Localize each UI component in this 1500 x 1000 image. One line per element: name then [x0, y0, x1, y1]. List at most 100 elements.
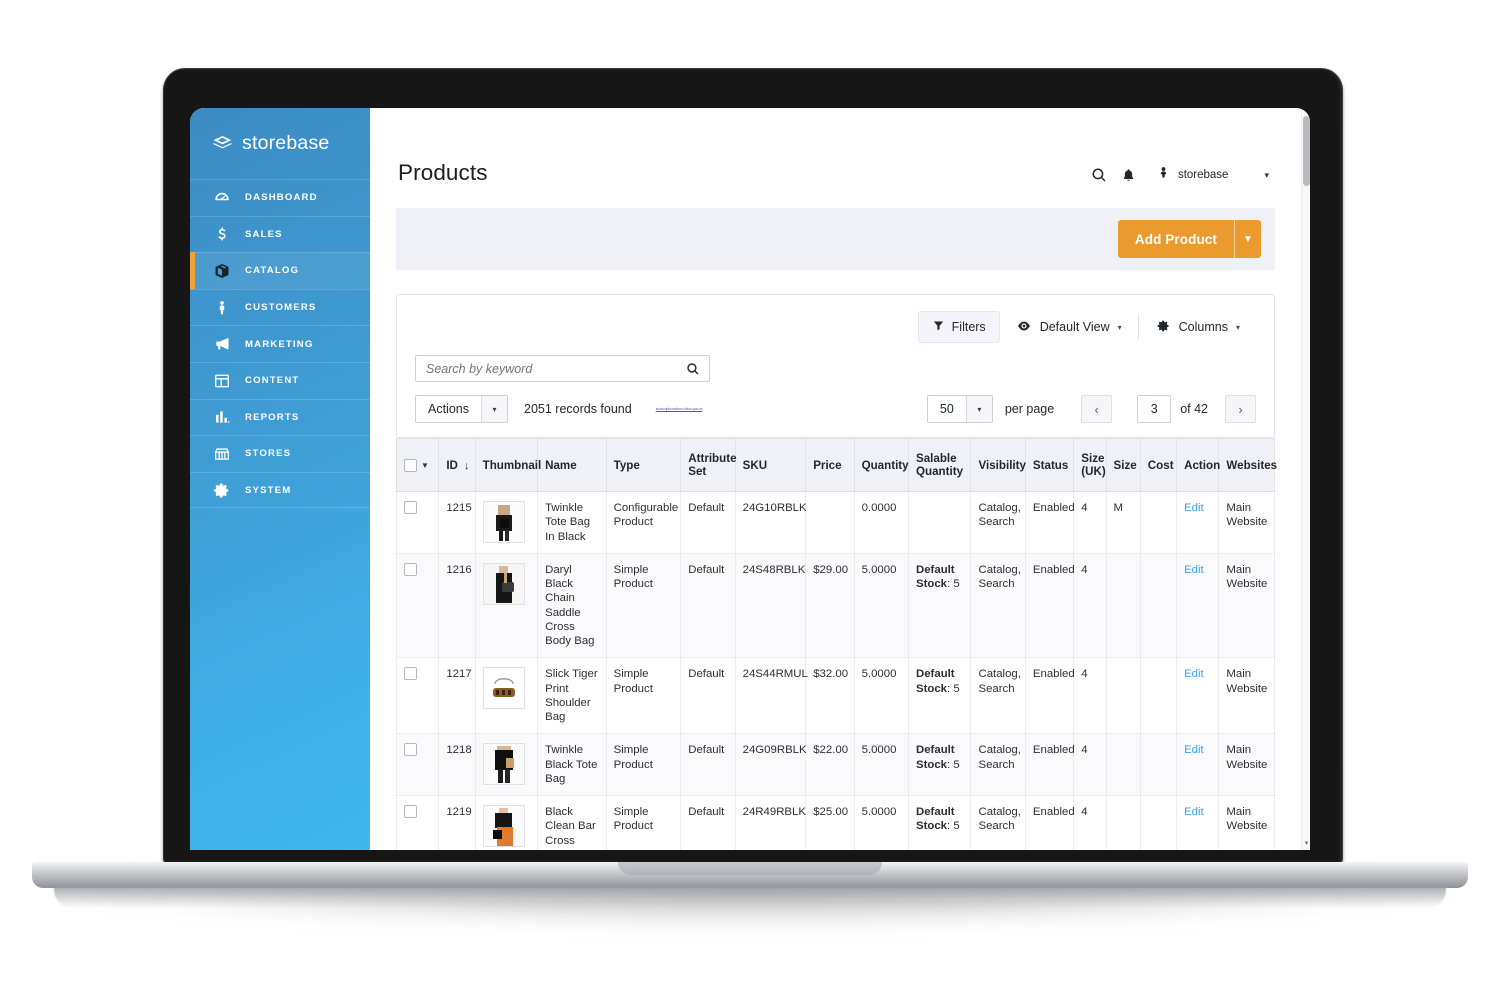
grid-toolbar-top-row: Filters Default View ▾ Columns ▾ [415, 311, 1256, 343]
cell-action[interactable]: Edit [1176, 733, 1220, 796]
edit-link[interactable]: Edit [1184, 744, 1204, 756]
cell-price: $32.00 [805, 657, 855, 735]
cell-thumbnail[interactable] [474, 657, 539, 735]
cell-type: Configurable Product [605, 491, 682, 554]
cell-action[interactable]: Edit [1176, 491, 1220, 554]
filters-button[interactable]: Filters [917, 311, 1000, 343]
th-action[interactable]: Action [1176, 438, 1220, 492]
default-view-label: Default View [1039, 320, 1110, 334]
page-actions-banner: Add Product ▼ [396, 208, 1275, 270]
funnel-icon [932, 319, 945, 335]
cell-quantity: 5.0000 [853, 795, 910, 850]
th-name[interactable]: Name [537, 438, 607, 492]
sidebar-item-system[interactable]: SYSTEM [190, 471, 370, 509]
sidebar-item-customers[interactable]: CUSTOMERS [190, 288, 370, 326]
product-thumbnail[interactable] [482, 501, 525, 543]
edit-link[interactable]: Edit [1184, 668, 1204, 680]
th-websites[interactable]: Websites [1218, 438, 1277, 492]
cell-thumbnail[interactable] [474, 553, 539, 659]
table-row[interactable]: 1218 Twinkle Black Tote Bag Simple Product… [395, 733, 1275, 796]
scroll-down-arrow-icon[interactable]: ▾ [1302, 839, 1310, 847]
brand[interactable]: storebase [190, 108, 370, 179]
cell-action[interactable]: Edit [1176, 553, 1220, 659]
th-id[interactable]: ID ↓ [438, 438, 476, 492]
table-row[interactable]: 1219 Black Clean Bar Cross Body BagSimple… [395, 795, 1275, 850]
cell-thumbnail[interactable] [474, 795, 539, 850]
th-size[interactable]: Size [1105, 438, 1141, 492]
search-input[interactable] [426, 361, 685, 376]
row-select-cell[interactable] [395, 733, 440, 796]
sidebar-item-marketing[interactable]: MARKETING [190, 325, 370, 362]
row-checkbox[interactable] [404, 562, 417, 576]
th-cost[interactable]: Cost [1139, 438, 1178, 492]
cell-thumbnail[interactable] [474, 733, 539, 796]
prev-page-button[interactable]: ‹ [1081, 395, 1113, 423]
edit-link[interactable]: Edit [1184, 564, 1204, 576]
add-product-button[interactable]: Add Product [1117, 220, 1234, 258]
cell-thumbnail[interactable] [474, 491, 539, 554]
th-quantity[interactable]: Quantity [853, 438, 910, 492]
gauge-icon [212, 188, 231, 207]
sidebar-item-sales[interactable]: SALES [190, 215, 370, 253]
default-view-selector[interactable]: Default View ▾ [1000, 318, 1138, 337]
th-price[interactable]: Price [805, 438, 855, 492]
grid-left-controls: Actions ▾ 2051 records found subscriptio… [415, 395, 702, 423]
edit-link[interactable]: Edit [1184, 502, 1204, 514]
cell-action[interactable]: Edit [1176, 657, 1220, 735]
page-number-input[interactable]: 3 [1137, 395, 1172, 423]
add-product-caret-button[interactable]: ▼ [1234, 220, 1261, 258]
cell-sku: 24S48RBLK [734, 553, 807, 659]
sidebar-item-dashboard[interactable]: DASHBOARD [190, 179, 370, 216]
row-select-cell[interactable] [395, 657, 440, 735]
user-menu[interactable]: storebase [1156, 165, 1228, 185]
sidebar-item-catalog[interactable]: CATALOG [190, 252, 370, 289]
table-row[interactable]: 1215 Twinkle Tote Bag In Black Configurabl… [395, 491, 1275, 554]
th-thumbnail[interactable]: Thumbnail [474, 438, 541, 492]
vertical-scrollbar[interactable]: ▾ [1301, 108, 1310, 850]
records-footnote-link[interactable]: subscriptionsdiem.olduk.gov.us [656, 407, 703, 411]
cell-cost [1139, 553, 1178, 659]
row-checkbox[interactable] [404, 805, 417, 818]
th-select-all[interactable]: ▼ [395, 438, 440, 492]
per-page-select[interactable]: 50 ▾ [926, 395, 993, 423]
search-box[interactable] [415, 355, 710, 382]
row-checkbox[interactable] [404, 501, 417, 514]
table-row[interactable]: 1216 Daryl Black Chain Saddle Cross Body … [395, 553, 1275, 659]
next-page-button[interactable]: › [1225, 395, 1256, 423]
select-all-checkbox[interactable] [404, 458, 417, 472]
search-icon[interactable] [685, 361, 701, 377]
edit-link[interactable]: Edit [1184, 806, 1204, 818]
product-thumbnail[interactable] [482, 743, 525, 786]
product-thumbnail[interactable] [482, 667, 525, 710]
per-page-label: per page [1004, 402, 1055, 416]
chevron-down-icon[interactable]: ▼ [421, 461, 429, 470]
row-checkbox[interactable] [404, 667, 417, 681]
th-type[interactable]: Type [605, 438, 682, 492]
row-checkbox[interactable] [404, 743, 417, 757]
cell-salable-quantity [907, 491, 972, 554]
th-size-uk[interactable]: Size (UK) [1073, 438, 1107, 492]
th-salable-quantity[interactable]: Salable Quantity [907, 438, 972, 492]
row-select-cell[interactable] [395, 795, 440, 850]
th-attribute-set[interactable]: Attribute Set [680, 438, 737, 492]
th-sku[interactable]: SKU [734, 438, 807, 492]
product-thumbnail[interactable] [482, 805, 525, 847]
table-row[interactable]: 1217 Slick Tiger Print Shoulder Bag Simple… [395, 657, 1275, 735]
sidebar-item-reports[interactable]: REPORTS [190, 398, 370, 436]
row-select-cell[interactable] [395, 491, 440, 554]
cell-price: $29.00 [805, 553, 855, 659]
scrollbar-thumb[interactable] [1303, 116, 1310, 186]
row-select-cell[interactable] [395, 553, 440, 659]
columns-selector[interactable]: Columns ▾ [1139, 318, 1256, 337]
actions-select[interactable]: Actions ▾ [415, 395, 508, 423]
sidebar-item-content[interactable]: CONTENT [190, 361, 370, 399]
cell-action[interactable]: Edit [1176, 795, 1220, 850]
search-icon[interactable] [1084, 166, 1114, 184]
cell-salable-quantity: Default Stock: 5 [907, 795, 972, 850]
sidebar-item-stores[interactable]: STORES [190, 435, 370, 472]
product-thumbnail[interactable] [482, 562, 525, 605]
th-status[interactable]: Status [1024, 438, 1075, 492]
chevron-down-icon[interactable]: ▾ [1264, 170, 1269, 181]
bell-icon[interactable] [1114, 167, 1144, 184]
th-visibility[interactable]: Visibility [970, 438, 1026, 492]
